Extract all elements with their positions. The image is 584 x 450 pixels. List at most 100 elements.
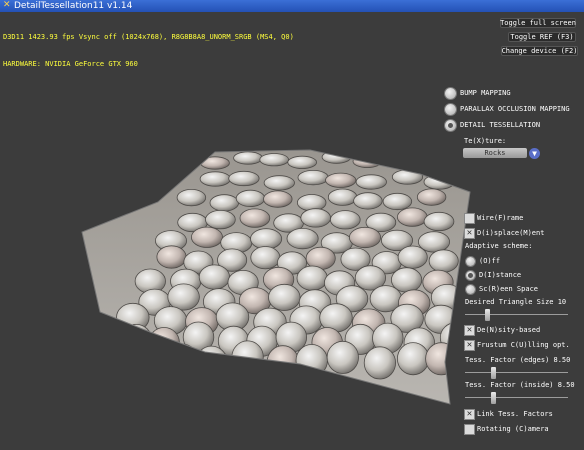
rock [176, 189, 207, 207]
texture-dropdown[interactable]: Rocks [463, 148, 527, 158]
rock [326, 340, 359, 374]
title-bar[interactable]: ✕ DetailTessellation11 v1.14 [0, 0, 584, 12]
displacement-label[interactable]: D(i)splace(M)ent [477, 229, 544, 238]
slider-thumb[interactable] [485, 309, 490, 321]
texture-label: Te(X)ture: [464, 137, 507, 145]
rock [397, 245, 428, 269]
app-icon: ✕ [3, 0, 11, 10]
rock [378, 154, 408, 168]
bump-mapping-label[interactable]: BUMP MAPPING [460, 89, 511, 98]
toggle-fullscreen-button[interactable]: Toggle full screen [500, 18, 576, 28]
render-viewport[interactable]: D3D11 1423.93 fps Vsync off (1024x768), … [0, 12, 584, 450]
adaptive-scheme-label: Adaptive scheme: [465, 242, 533, 250]
rock [195, 345, 228, 379]
frustum-culling-checkbox[interactable]: ✕ [465, 341, 474, 350]
rock [205, 210, 236, 230]
frustum-culling-label[interactable]: Frustum C(U)lling opt. [477, 341, 570, 350]
toggle-ref-button[interactable]: Toggle REF (F3) [508, 32, 576, 42]
rock [425, 342, 458, 376]
rock [166, 343, 199, 377]
rock [135, 341, 169, 375]
rock [321, 150, 352, 164]
adaptive-distance-label[interactable]: D(I)stance [479, 271, 521, 280]
window-title: DetailTessellation11 v1.14 [14, 1, 133, 11]
rock [352, 154, 383, 168]
wireframe-checkbox[interactable] [465, 214, 474, 223]
rock [396, 207, 428, 227]
checkmark-icon: ✕ [466, 409, 473, 419]
rock [391, 169, 424, 185]
rotating-camera-checkbox[interactable] [465, 425, 474, 434]
stats-overlay: D3D11 1423.93 fps Vsync off (1024x768), … [3, 15, 294, 87]
rock [250, 228, 283, 250]
rock [250, 246, 281, 270]
link-tess-factors-label[interactable]: Link Tess. Factors [477, 410, 553, 419]
stats-line-2: HARDWARE: NVIDIA GeForce GTX 960 [3, 60, 138, 68]
bump-mapping-radio[interactable] [445, 88, 456, 99]
wireframe-label[interactable]: Wire(F)rame [477, 214, 523, 223]
slider-thumb[interactable] [491, 367, 496, 379]
rock [167, 283, 200, 311]
rock [148, 327, 180, 359]
displacement-checkbox[interactable]: ✕ [465, 229, 474, 238]
tess-inside-slider[interactable] [465, 392, 568, 404]
slider-track [465, 314, 568, 315]
rock [353, 192, 383, 210]
change-device-button[interactable]: Change device (F2) [501, 46, 578, 56]
detail-tessellation-radio[interactable] [445, 120, 456, 131]
slider-thumb[interactable] [491, 392, 496, 404]
rock [408, 150, 438, 164]
rock [199, 171, 231, 187]
rock [325, 172, 357, 188]
rock [363, 346, 396, 380]
density-based-checkbox[interactable]: ✕ [465, 326, 474, 335]
rock [209, 194, 240, 212]
rock [355, 174, 387, 190]
rock [327, 188, 358, 206]
rock [99, 346, 132, 380]
rock [296, 265, 328, 291]
rock [120, 323, 153, 355]
triangle-size-label: Desired Triangle Size 10 [465, 298, 567, 306]
tess-edges-slider[interactable] [465, 367, 568, 379]
triangle-size-slider[interactable] [465, 309, 568, 321]
detail-tessellation-label[interactable]: DETAIL TESSELLATION [460, 121, 540, 130]
rock [190, 226, 223, 248]
rock [228, 170, 260, 187]
rock [198, 264, 230, 290]
link-tess-factors-checkbox[interactable]: ✕ [465, 410, 474, 419]
rock [348, 226, 381, 249]
tess-inside-label: Tess. Factor (inside) 8.50 [465, 381, 575, 389]
density-based-label[interactable]: De(N)sity-based [477, 326, 540, 335]
tess-edges-label: Tess. Factor (edges) 8.50 [465, 356, 571, 364]
parallax-occlusion-radio[interactable] [445, 104, 456, 115]
rock [329, 210, 361, 230]
checkmark-icon: ✕ [466, 325, 473, 335]
checkmark-icon: ✕ [466, 340, 473, 350]
chevron-down-icon[interactable]: ▼ [529, 148, 540, 159]
stats-line-1: D3D11 1423.93 fps Vsync off (1024x768), … [3, 33, 294, 41]
adaptive-off-label[interactable]: (O)ff [479, 257, 500, 266]
rock [156, 245, 187, 269]
rock [259, 153, 290, 167]
rock [295, 344, 328, 378]
checkmark-icon: ✕ [466, 228, 473, 238]
adaptive-screen-space-radio[interactable] [466, 285, 475, 294]
rock [233, 151, 263, 165]
rock [268, 283, 301, 311]
adaptive-distance-radio[interactable] [466, 271, 475, 280]
adaptive-off-radio[interactable] [466, 257, 475, 266]
slider-track [465, 397, 568, 398]
rock [286, 228, 319, 250]
rock [297, 170, 329, 186]
adaptive-screen-space-label[interactable]: Sc(R)een Space [479, 285, 538, 294]
parallax-occlusion-label[interactable]: PARALLAX OCCLUSION MAPPING [460, 105, 570, 114]
rock [235, 189, 266, 207]
rock [423, 211, 455, 232]
rock [300, 208, 332, 228]
rock [416, 188, 447, 206]
rock [297, 194, 327, 212]
rock [287, 155, 318, 169]
rock [263, 175, 295, 191]
rotating-camera-label[interactable]: Rotating (C)amera [477, 425, 549, 434]
